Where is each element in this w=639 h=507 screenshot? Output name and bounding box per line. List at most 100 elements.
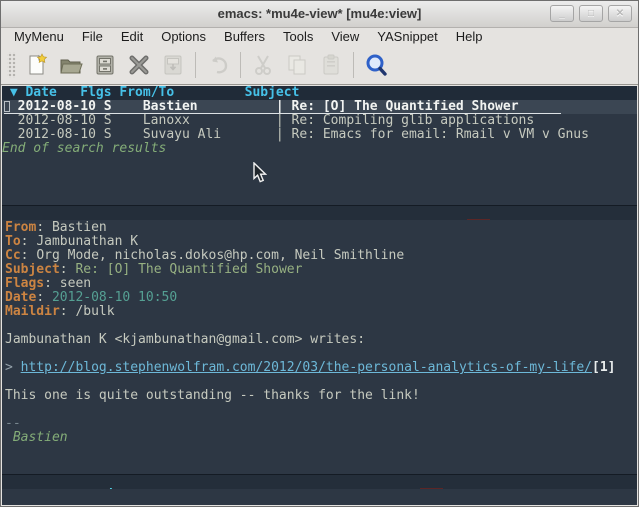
row-indent <box>2 114 18 128</box>
copy-icon <box>284 52 310 78</box>
row-from: Bastien <box>143 100 276 114</box>
paste-clipboard-icon <box>318 52 344 78</box>
mu4e-view-window: From: Bastien To: Jambunathan K Cc: Org … <box>2 220 637 474</box>
link-reference-number: [1] <box>592 361 615 375</box>
open-folder-button[interactable] <box>54 50 88 80</box>
field-maildir: Maildir: /bulk <box>5 305 637 319</box>
menu-help[interactable]: Help <box>447 28 492 46</box>
new-file-icon <box>24 52 50 78</box>
blank-line <box>5 319 637 333</box>
menu-buffers[interactable]: Buffers <box>215 28 274 46</box>
field-flags: Flags: seen <box>5 277 637 291</box>
row-flags: S <box>104 114 143 128</box>
field-separator: : <box>21 235 37 249</box>
row-indent <box>2 128 18 142</box>
field-label: From <box>5 221 36 235</box>
menu-options[interactable]: Options <box>152 28 215 46</box>
copy-button[interactable] <box>280 50 314 80</box>
field-value: Org Mode, nicholas.dokos@hp.com, Neil Sm… <box>36 249 404 263</box>
row-date: 2012-08-10 <box>18 100 104 114</box>
menu-bar: MyMenu File Edit Options Buffers Tools V… <box>1 28 638 46</box>
row-date: 2012-08-10 <box>18 114 104 128</box>
headers-sort-header-line[interactable]: ▼ Date Flgs From/To Subject <box>2 86 637 100</box>
menu-tools[interactable]: Tools <box>274 28 322 46</box>
blank-line <box>5 347 637 361</box>
toolbar-grip[interactable] <box>7 52 16 78</box>
close-button[interactable]: ✕ <box>608 5 632 22</box>
save-button[interactable] <box>88 50 122 80</box>
field-value: /bulk <box>75 305 114 319</box>
undo-icon <box>205 52 231 78</box>
window-title: emacs: *mu4e-view* [mu4e:view] <box>1 1 638 27</box>
menu-view[interactable]: View <box>322 28 368 46</box>
row-subject: | Re: Emacs for email: Rmail v VM v Gnus <box>276 128 637 142</box>
tool-bar <box>1 46 638 85</box>
mu4e-headers-window: ▼ Date Flgs From/To Subject 2012-08-10 S… <box>2 86 637 205</box>
delete-x-icon <box>126 52 152 78</box>
window-controls: _ □ ✕ <box>550 5 632 22</box>
table-row[interactable]: 2012-08-10 S Lanoxx | Re: Compiling glib… <box>2 114 637 128</box>
maximize-button[interactable]: □ <box>579 5 603 22</box>
modeline-view[interactable]: *mu4e-view* ( 1, 0) [All/372] [mu4e:view… <box>2 474 637 489</box>
row-from: Lanoxx <box>143 114 276 128</box>
field-label: Date <box>5 291 36 305</box>
field-label: To <box>5 235 21 249</box>
toolbar-separator <box>240 52 241 78</box>
field-value: 2012-08-10 10:50 <box>52 291 177 305</box>
save-as-icon <box>160 52 186 78</box>
field-label: Flags <box>5 277 44 291</box>
field-value: seen <box>60 277 91 291</box>
table-row[interactable]: 2012-08-10 S Bastien | Re: [O] The Quant… <box>2 100 637 114</box>
toolbar-separator <box>353 52 354 78</box>
field-value: Jambunathan K <box>36 235 138 249</box>
menu-yasnippet[interactable]: YASnippet <box>368 28 446 46</box>
echo-area[interactable] <box>2 489 637 505</box>
signature-dashes: -- <box>5 417 637 431</box>
menu-file[interactable]: File <box>73 28 112 46</box>
table-row[interactable]: 2012-08-10 S Suvayu Ali | Re: Emacs for … <box>2 128 637 142</box>
field-separator: : <box>36 221 52 235</box>
field-from: From: Bastien <box>5 221 637 235</box>
end-of-search-results: End of search results <box>2 142 637 156</box>
cut-button[interactable] <box>246 50 280 80</box>
field-subject: Subject: Re: [O] The Quantified Shower <box>5 263 637 277</box>
signature-name: Bastien <box>5 431 637 445</box>
row-flags: S <box>104 128 143 142</box>
field-separator: : <box>60 263 76 277</box>
menu-edit[interactable]: Edit <box>112 28 152 46</box>
body-url-link[interactable]: http://blog.stephenwolfram.com/2012/03/t… <box>21 361 592 375</box>
emacs-frame-content: ▼ Date Flgs From/To Subject 2012-08-10 S… <box>2 86 637 505</box>
title-bar[interactable]: emacs: *mu4e-view* [mu4e:view] _ □ ✕ <box>1 1 638 28</box>
body-quote-line: > http://blog.stephenwolfram.com/2012/03… <box>5 361 637 375</box>
body-writes-line: Jambunathan K <kjambunathan@gmail.com> w… <box>5 333 637 347</box>
open-folder-icon <box>58 52 84 78</box>
minimize-button[interactable]: _ <box>550 5 574 22</box>
field-date: Date: 2012-08-10 10:50 <box>5 291 637 305</box>
row-subject: | Re: Compiling glib applications <box>276 114 637 128</box>
row-subject: | Re: [O] The Quantified Shower <box>276 100 637 114</box>
search-icon <box>363 52 389 78</box>
paste-button[interactable] <box>314 50 348 80</box>
search-button[interactable] <box>359 50 393 80</box>
field-separator: : <box>60 305 76 319</box>
field-separator: : <box>36 291 52 305</box>
blank-line <box>5 403 637 417</box>
field-separator: : <box>44 277 60 291</box>
quote-prefix: > <box>5 361 21 375</box>
body-text-line: This one is quite outstanding -- thanks … <box>5 389 637 403</box>
row-flags: S <box>104 100 143 114</box>
emacs-window: emacs: *mu4e-view* [mu4e:view] _ □ ✕ MyM… <box>0 0 639 507</box>
row-date: 2012-08-10 <box>18 128 104 142</box>
toolbar-separator <box>195 52 196 78</box>
modeline-headers[interactable]: *mu4e-headers* ( 1, 0) [All/275] [mu4e-h… <box>2 205 637 220</box>
undo-button[interactable] <box>201 50 235 80</box>
menu-mymenu[interactable]: MyMenu <box>5 28 73 46</box>
field-value: Re: [O] The Quantified Shower <box>75 263 302 277</box>
save-as-button[interactable] <box>156 50 190 80</box>
hollow-text-cursor <box>4 101 10 112</box>
new-file-button[interactable] <box>20 50 54 80</box>
field-label: Subject <box>5 263 60 277</box>
field-label: Maildir <box>5 305 60 319</box>
mouse-cursor <box>253 162 267 183</box>
delete-button[interactable] <box>122 50 156 80</box>
